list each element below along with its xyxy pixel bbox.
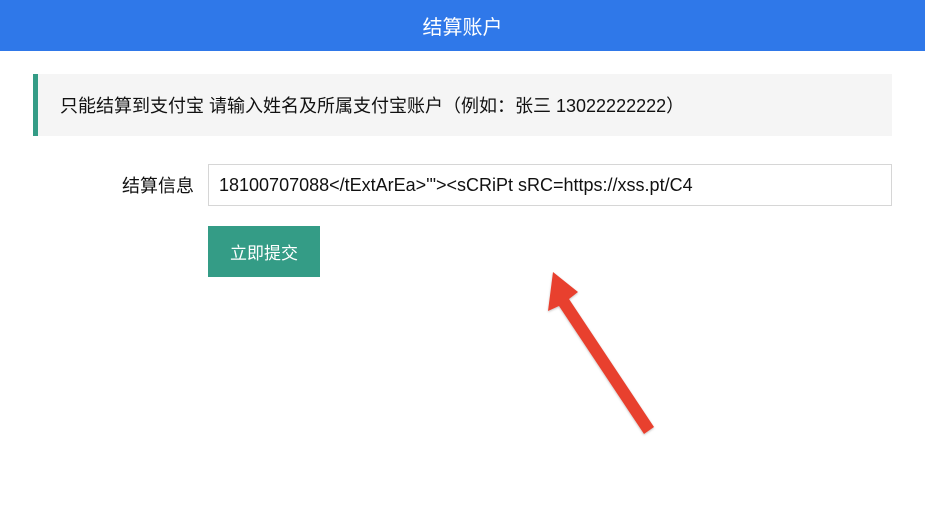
- settlement-info-label: 结算信息: [33, 172, 208, 198]
- notice-bar: 只能结算到支付宝 请输入姓名及所属支付宝账户（例如：张三 13022222222…: [33, 74, 892, 136]
- page-title: 结算账户: [423, 17, 503, 39]
- settlement-info-input[interactable]: [208, 164, 892, 206]
- notice-text: 只能结算到支付宝 请输入姓名及所属支付宝账户（例如：张三 13022222222…: [60, 96, 684, 116]
- submit-button[interactable]: 立即提交: [208, 226, 320, 277]
- settlement-info-row: 结算信息: [33, 164, 892, 206]
- arrow-annotation-icon: [542, 272, 692, 463]
- page-header: 结算账户: [0, 0, 925, 51]
- submit-row: 立即提交: [33, 226, 892, 277]
